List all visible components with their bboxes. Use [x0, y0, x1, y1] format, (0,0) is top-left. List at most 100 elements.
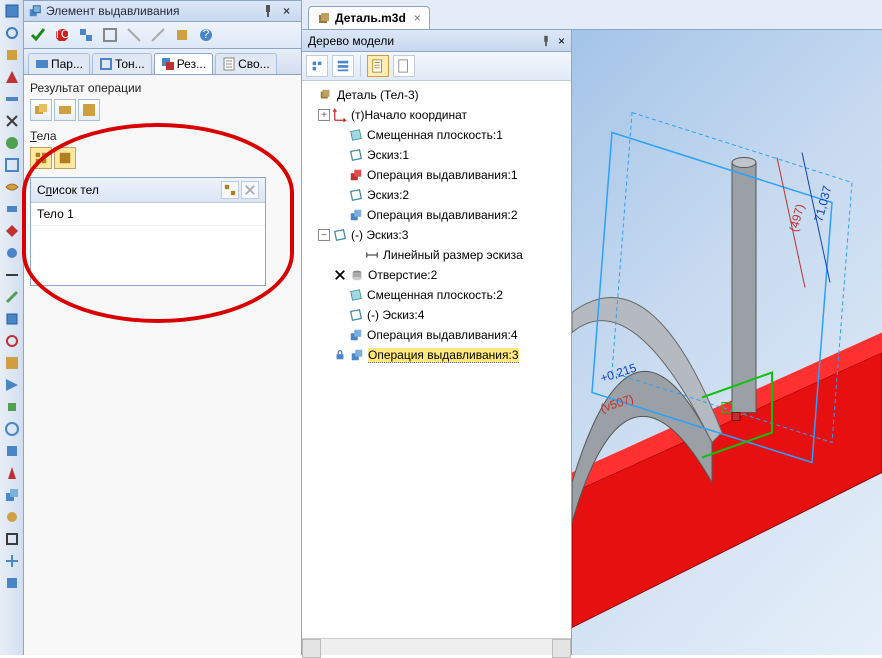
tree-close-button[interactable]: ×	[558, 34, 565, 48]
properties-title: Элемент выдавливания	[46, 4, 257, 18]
properties-body: Результат операции Тела Список тел	[24, 75, 301, 655]
tool-icon-4[interactable]	[3, 68, 21, 86]
collapse-icon[interactable]: −	[318, 229, 330, 241]
tool-icon-18[interactable]	[3, 376, 21, 394]
bodies-option-1[interactable]	[30, 147, 52, 169]
document-area: Деталь.m3d × Дерево модели ×	[302, 0, 882, 655]
tree-node-extrude3[interactable]: Операция выдавливания:3	[304, 345, 569, 365]
tree-btn-2[interactable]	[332, 55, 354, 77]
part-icon	[317, 11, 331, 25]
properties-title-bar: Элемент выдавливания ×	[24, 0, 301, 22]
tool-icon-1[interactable]	[3, 2, 21, 20]
tree-scrollbar[interactable]	[302, 638, 571, 655]
tool-icon-24[interactable]	[3, 508, 21, 526]
document-tab[interactable]: Деталь.m3d ×	[308, 6, 430, 29]
bodies-label: Тела	[30, 129, 295, 143]
content-row: Дерево модели × Деталь (Тел-3)	[302, 30, 882, 655]
list-remove-button[interactable]	[241, 181, 259, 199]
tool-icon-10[interactable]	[3, 200, 21, 218]
stop-button[interactable]: STOP	[52, 25, 72, 45]
tree-btn-3[interactable]	[367, 55, 389, 77]
tool-icon-17[interactable]	[3, 354, 21, 372]
tree-root[interactable]: Деталь (Тел-3)	[304, 85, 569, 105]
tab-parameters[interactable]: Пар...	[28, 53, 90, 74]
expand-icon[interactable]: +	[318, 109, 330, 121]
tool-icon-26[interactable]	[3, 552, 21, 570]
result-option-2[interactable]	[54, 99, 76, 121]
bodies-list-body[interactable]: Тело 1	[31, 203, 265, 285]
toolbar-btn-6[interactable]	[148, 25, 168, 45]
model-tree-panel: Дерево модели × Деталь (Тел-3)	[302, 30, 572, 655]
tool-icon-12[interactable]	[3, 244, 21, 262]
tree-node-sketch3[interactable]: − (-) Эскиз:3	[304, 225, 569, 245]
tree-node-dimension[interactable]: Линейный размер эскиза	[304, 245, 569, 265]
properties-toolbar: STOP ?	[24, 22, 301, 49]
list-item[interactable]: Тело 1	[31, 203, 265, 226]
help-button[interactable]: ?	[196, 25, 216, 45]
toolbar-btn-4[interactable]	[100, 25, 120, 45]
tool-icon-3[interactable]	[3, 46, 21, 64]
tool-icon-14[interactable]	[3, 288, 21, 306]
tree-node-extrude4[interactable]: Операция выдавливания:4	[304, 325, 569, 345]
tool-icon-11[interactable]	[3, 222, 21, 240]
list-add-button[interactable]	[221, 181, 239, 199]
tree-toolbar	[302, 52, 571, 81]
toolbar-btn-3[interactable]	[76, 25, 96, 45]
tool-icon-20[interactable]	[3, 420, 21, 438]
tree-node-sketch1[interactable]: Эскиз:1	[304, 145, 569, 165]
bodies-options	[30, 147, 295, 169]
tool-icon-8[interactable]	[3, 156, 21, 174]
bodies-option-2[interactable]	[54, 147, 76, 169]
tool-icon-13[interactable]	[3, 266, 21, 284]
sketch-icon	[348, 187, 364, 203]
tree-title: Дерево модели	[308, 34, 540, 48]
result-option-3[interactable]	[78, 99, 100, 121]
tool-icon-22[interactable]	[3, 464, 21, 482]
tab-properties[interactable]: Сво...	[215, 53, 277, 74]
tree-node-plane2[interactable]: Смещенная плоскость:2	[304, 285, 569, 305]
tab-result[interactable]: Рез...	[154, 53, 213, 74]
viewport-scene: +0,215 (v507) 71,037 (497)	[572, 30, 882, 655]
close-button[interactable]: ×	[283, 4, 297, 18]
extrude-icon	[349, 347, 365, 363]
left-toolbar	[0, 0, 24, 655]
bodies-section: Тела Список тел Тело 1	[30, 129, 295, 286]
tab-close-button[interactable]: ×	[414, 11, 421, 25]
tree-node-sketch4[interactable]: (-) Эскиз:4	[304, 305, 569, 325]
tree-node-hole[interactable]: Отверстие:2	[304, 265, 569, 285]
tree-node-sketch2[interactable]: Эскиз:2	[304, 185, 569, 205]
tool-icon-23[interactable]	[3, 486, 21, 504]
pin-icon[interactable]	[540, 35, 552, 47]
tool-icon-6[interactable]	[3, 112, 21, 130]
document-tab-title: Деталь.m3d	[335, 11, 406, 25]
tab-thin[interactable]: Тон...	[92, 53, 152, 74]
tool-icon-15[interactable]	[3, 310, 21, 328]
hole-icon	[349, 267, 365, 283]
tree-node-plane1[interactable]: Смещенная плоскость:1	[304, 125, 569, 145]
tool-icon-16[interactable]	[3, 332, 21, 350]
svg-text:STOP: STOP	[54, 27, 70, 41]
document-tabs: Деталь.m3d ×	[302, 0, 882, 30]
toolbar-btn-7[interactable]	[172, 25, 192, 45]
tree-node-extrude1[interactable]: Операция выдавливания:1	[304, 165, 569, 185]
tree-title-bar: Дерево модели ×	[302, 30, 571, 52]
tool-icon-7[interactable]	[3, 134, 21, 152]
tool-icon-25[interactable]	[3, 530, 21, 548]
tree-btn-1[interactable]	[306, 55, 328, 77]
tree-node-origin[interactable]: + (т)Начало координат	[304, 105, 569, 125]
3d-viewport[interactable]: +0,215 (v507) 71,037 (497)	[572, 30, 882, 655]
tree-btn-4[interactable]	[393, 55, 415, 77]
tool-icon-19[interactable]	[3, 398, 21, 416]
result-option-1[interactable]	[30, 99, 52, 121]
model-tree[interactable]: Деталь (Тел-3) + (т)Начало координат Сме…	[302, 81, 571, 638]
pin-icon[interactable]	[261, 4, 275, 18]
toolbar-btn-5[interactable]	[124, 25, 144, 45]
tool-icon-9[interactable]	[3, 178, 21, 196]
tool-icon-21[interactable]	[3, 442, 21, 460]
tool-icon-27[interactable]	[3, 574, 21, 592]
apply-button[interactable]	[28, 25, 48, 45]
tool-icon-5[interactable]	[3, 90, 21, 108]
tool-icon-2[interactable]	[3, 24, 21, 42]
tree-node-extrude2[interactable]: Операция выдавливания:2	[304, 205, 569, 225]
part-icon	[318, 87, 334, 103]
